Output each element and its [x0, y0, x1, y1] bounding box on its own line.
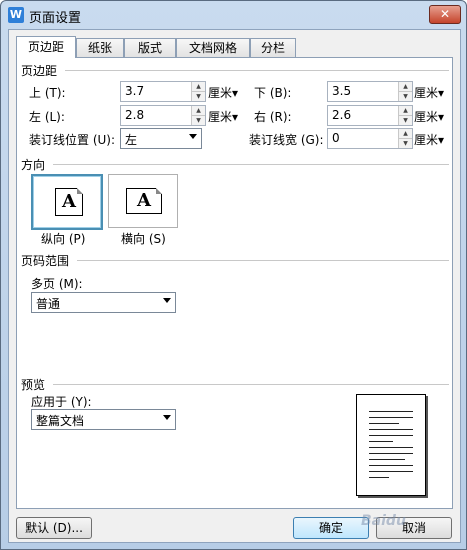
divider: [77, 260, 449, 261]
default-button[interactable]: 默认 (D)...: [16, 517, 92, 539]
divider: [65, 70, 449, 71]
preview-line: [369, 447, 413, 448]
gutter-position-value: 左: [125, 133, 138, 147]
preview-line: [369, 465, 413, 466]
divider: [53, 384, 449, 385]
landscape-page-icon: A: [126, 188, 162, 214]
bottom-margin-value: 3.5: [332, 84, 352, 98]
divider: [53, 164, 449, 165]
section-preview-title: 预览: [21, 378, 46, 392]
right-margin-input[interactable]: 2.6 ▲ ▼: [327, 105, 413, 126]
dialog-client: 页边距 纸张 版式 文档网格 分栏 页边距 上 (T): 3.7 ▲ ▼ 厘米▾ …: [8, 29, 461, 543]
preview-line: [369, 429, 413, 430]
top-margin-label: 上 (T):: [29, 86, 66, 100]
preview-line: [369, 435, 413, 436]
section-margins-title: 页边距: [21, 64, 58, 78]
apply-to-select[interactable]: 整篇文档: [31, 409, 176, 430]
close-button[interactable]: ✕: [429, 5, 461, 24]
landscape-label[interactable]: 横向 (S): [121, 230, 166, 247]
preview-line: [369, 471, 413, 472]
bottom-margin-label: 下 (B):: [254, 86, 292, 100]
down-arrow-icon[interactable]: ▼: [399, 138, 412, 148]
ok-button[interactable]: 确定: [293, 517, 369, 539]
up-arrow-icon[interactable]: ▲: [192, 106, 205, 115]
gutter-position-select[interactable]: 左: [120, 128, 202, 149]
multiple-pages-value: 普通: [36, 297, 61, 311]
preview-line: [369, 423, 399, 424]
page-setup-dialog: W 页面设置 ✕ 页边距 纸张 版式 文档网格 分栏 页边距 上 (T): 3.…: [0, 0, 467, 550]
apply-to-value: 整篇文档: [36, 414, 85, 428]
wps-app-icon: W: [8, 7, 24, 23]
multiple-pages-select[interactable]: 普通: [31, 292, 176, 313]
dropdown-arrow-icon[interactable]: [163, 298, 171, 303]
tab-paper[interactable]: 纸张: [76, 38, 124, 57]
top-margin-unit[interactable]: 厘米▾: [208, 84, 238, 101]
spin-arrows[interactable]: ▲ ▼: [191, 106, 205, 125]
preview-line: [369, 441, 393, 442]
right-margin-unit[interactable]: 厘米▾: [414, 108, 444, 125]
bottom-margin-input[interactable]: 3.5 ▲ ▼: [327, 81, 413, 102]
up-arrow-icon[interactable]: ▲: [399, 82, 412, 91]
multiple-pages-label: 多页 (M):: [31, 277, 83, 291]
preview-line: [369, 453, 413, 454]
right-margin-label: 右 (R):: [254, 110, 292, 124]
top-margin-input[interactable]: 3.7 ▲ ▼: [120, 81, 206, 102]
dropdown-arrow-icon[interactable]: [163, 415, 171, 420]
bottom-margin-unit[interactable]: 厘米▾: [414, 84, 444, 101]
portrait-page-icon: A: [55, 188, 83, 216]
up-arrow-icon[interactable]: ▲: [399, 106, 412, 115]
dropdown-arrow-icon[interactable]: [189, 134, 197, 139]
top-margin-value: 3.7: [125, 84, 145, 98]
spin-arrows[interactable]: ▲ ▼: [398, 82, 412, 101]
right-margin-value: 2.6: [332, 108, 352, 122]
spin-arrows[interactable]: ▲ ▼: [191, 82, 205, 101]
preview-line: [369, 411, 413, 412]
gutter-width-unit[interactable]: 厘米▾: [414, 131, 444, 148]
up-arrow-icon[interactable]: ▲: [399, 129, 412, 138]
watermark: Baidu: [361, 513, 406, 529]
preview-line: [369, 417, 413, 418]
page-preview: [356, 394, 426, 496]
down-arrow-icon[interactable]: ▼: [192, 91, 205, 101]
left-margin-value: 2.8: [125, 108, 145, 122]
title-bar[interactable]: W 页面设置 ✕: [1, 1, 466, 29]
up-arrow-icon[interactable]: ▲: [192, 82, 205, 91]
portrait-label[interactable]: 纵向 (P): [41, 230, 85, 247]
left-margin-unit[interactable]: 厘米▾: [208, 108, 238, 125]
preview-line: [369, 459, 405, 460]
landscape-option[interactable]: A: [108, 174, 178, 228]
down-arrow-icon[interactable]: ▼: [399, 115, 412, 125]
down-arrow-icon[interactable]: ▼: [192, 115, 205, 125]
left-margin-label: 左 (L):: [29, 110, 65, 124]
section-orientation-title: 方向: [21, 158, 46, 172]
down-arrow-icon[interactable]: ▼: [399, 91, 412, 101]
portrait-option[interactable]: A: [31, 174, 103, 230]
tab-columns[interactable]: 分栏: [250, 38, 296, 57]
dialog-title: 页面设置: [29, 11, 82, 26]
gutter-width-value: 0: [332, 131, 340, 145]
tab-document-grid[interactable]: 文档网格: [176, 38, 250, 57]
spin-arrows[interactable]: ▲ ▼: [398, 129, 412, 148]
spin-arrows[interactable]: ▲ ▼: [398, 106, 412, 125]
preview-line: [369, 477, 389, 478]
gutter-width-input[interactable]: 0 ▲ ▼: [327, 128, 413, 149]
section-pages-title: 页码范围: [21, 254, 70, 268]
tab-layout[interactable]: 版式: [124, 38, 176, 57]
left-margin-input[interactable]: 2.8 ▲ ▼: [120, 105, 206, 126]
tab-margins[interactable]: 页边距: [16, 36, 76, 58]
apply-to-label: 应用于 (Y):: [31, 395, 92, 409]
gutter-position-label: 装订线位置 (U):: [29, 133, 116, 147]
gutter-width-label: 装订线宽 (G):: [249, 133, 324, 147]
margins-panel: 页边距 上 (T): 3.7 ▲ ▼ 厘米▾ 下 (B): 3.5 ▲ ▼ 厘米▾ …: [16, 57, 453, 509]
